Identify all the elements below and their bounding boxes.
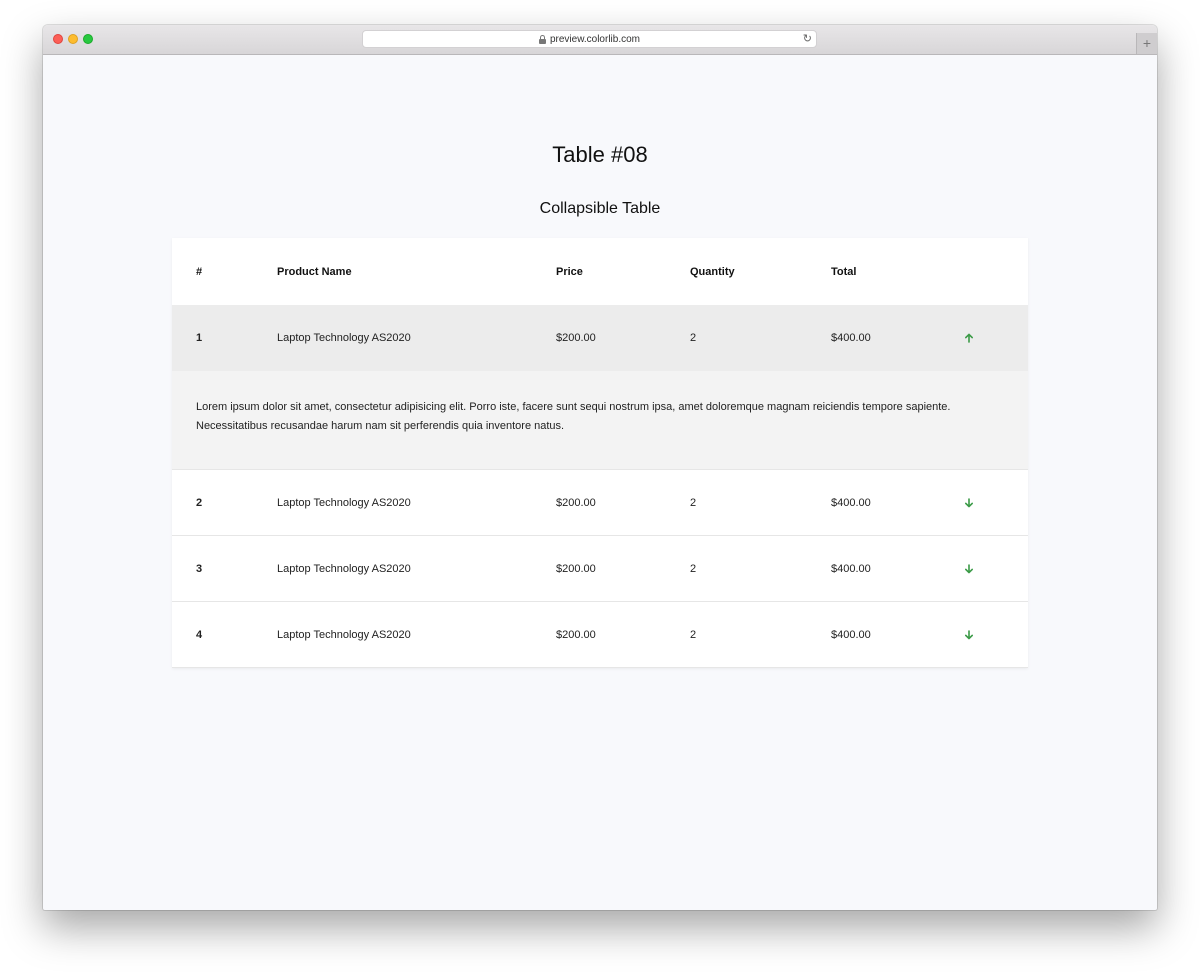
row-quantity: 2 — [690, 332, 697, 344]
browser-titlebar: preview.colorlib.com ↻ + — [43, 25, 1157, 55]
header-price: Price — [556, 265, 583, 278]
page-subtitle: Collapsible Table — [539, 200, 661, 217]
arrow-down-icon[interactable] — [963, 563, 975, 575]
row-number: 4 — [196, 628, 203, 641]
row-product-name: Laptop Technology AS2020 — [277, 332, 411, 344]
row-details-panel: Lorem ipsum dolor sit amet, consectetur … — [172, 371, 1028, 470]
row-total: $400.00 — [831, 628, 871, 641]
row-product-name: Laptop Technology AS2020 — [277, 562, 411, 575]
table-row[interactable]: 4 Laptop Technology AS2020 $200.00 2 $40… — [172, 602, 1028, 668]
header-number: # — [196, 265, 203, 278]
table-row[interactable]: 1 Laptop Technology AS2020 $200.00 2 $40… — [172, 305, 1028, 371]
row-quantity: 2 — [690, 562, 697, 575]
browser-window: preview.colorlib.com ↻ + Table #08 Colla… — [43, 25, 1157, 910]
maximize-window-button[interactable] — [83, 34, 93, 44]
row-product-name: Laptop Technology AS2020 — [277, 496, 411, 509]
table-header-row: # Product Name Price Quantity Total — [172, 238, 1028, 305]
reload-icon[interactable]: ↻ — [803, 32, 812, 45]
row-price: $200.00 — [556, 562, 596, 575]
address-bar[interactable]: preview.colorlib.com ↻ — [362, 30, 817, 48]
row-total: $400.00 — [831, 496, 871, 509]
row-price: $200.00 — [556, 628, 596, 641]
collapsible-table: # Product Name Price Quantity Total 1 La… — [172, 238, 1028, 668]
page-title: Table #08 — [552, 142, 648, 167]
lock-icon — [538, 35, 546, 44]
row-total: $400.00 — [831, 562, 871, 575]
row-details-text: Lorem ipsum dolor sit amet, consectetur … — [196, 401, 951, 432]
row-price: $200.00 — [556, 496, 596, 509]
row-number: 3 — [196, 562, 203, 575]
minimize-window-button[interactable] — [68, 34, 78, 44]
arrow-down-icon[interactable] — [963, 497, 975, 509]
header-product-name: Product Name — [277, 265, 352, 278]
header-total: Total — [831, 265, 857, 278]
row-price: $200.00 — [556, 332, 596, 344]
row-product-name: Laptop Technology AS2020 — [277, 628, 411, 641]
arrow-down-icon[interactable] — [963, 629, 975, 641]
row-total: $400.00 — [831, 332, 871, 344]
row-quantity: 2 — [690, 496, 697, 509]
new-tab-button[interactable]: + — [1136, 33, 1157, 54]
address-bar-url: preview.colorlib.com — [549, 33, 641, 45]
header-quantity: Quantity — [690, 265, 735, 278]
row-quantity: 2 — [690, 628, 697, 641]
table-row[interactable]: 3 Laptop Technology AS2020 $200.00 2 $40… — [172, 536, 1028, 602]
arrow-up-icon[interactable] — [963, 332, 975, 344]
table-row[interactable]: 2 Laptop Technology AS2020 $200.00 2 $40… — [172, 470, 1028, 536]
close-window-button[interactable] — [53, 34, 63, 44]
row-number: 1 — [196, 332, 203, 344]
row-number: 2 — [196, 496, 203, 509]
